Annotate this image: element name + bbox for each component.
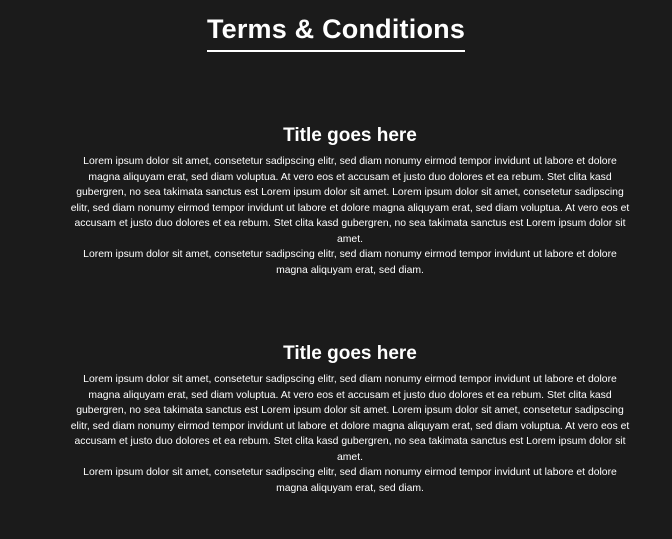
section-body: Lorem ipsum dolor sit amet, consetetur s… (70, 374, 630, 494)
page-header: Terms & Conditions (0, 12, 672, 52)
page-title: Terms & Conditions (206, 12, 466, 52)
section-title: Title goes here (283, 343, 417, 364)
section-body: Lorem ipsum dolor sit amet, consetetur s… (70, 156, 630, 276)
terms-section: Title goes here Lorem ipsum dolor sit am… (70, 124, 630, 278)
section-title: Title goes here (283, 125, 417, 146)
terms-section: Title goes here Lorem ipsum dolor sit am… (70, 342, 630, 496)
